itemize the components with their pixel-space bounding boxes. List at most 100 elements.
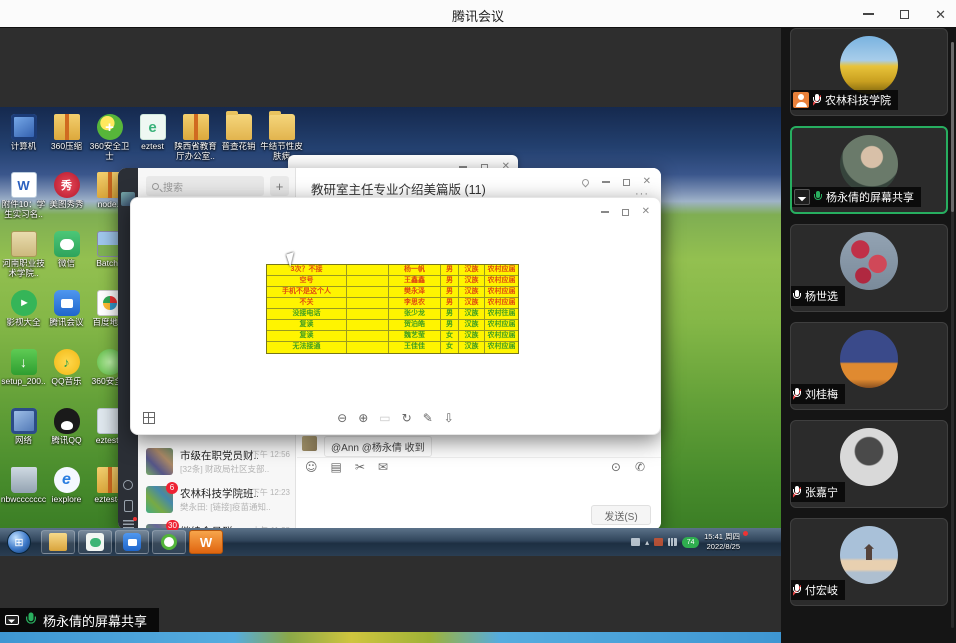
minimize-icon[interactable] — [602, 181, 610, 183]
desktop-icon[interactable]: 网络 — [2, 406, 45, 465]
pin-icon[interactable] — [580, 177, 590, 187]
minimize-icon[interactable] — [601, 211, 609, 213]
gallery-icon[interactable] — [143, 412, 155, 424]
participant-tile[interactable]: 杨世选 — [790, 224, 948, 312]
chat-list-item[interactable]: 6 农林科技学院班.. 下午 12:23 樊永田: [链接]疫苗通知.. — [138, 481, 296, 519]
desktop-icon[interactable]: 影视大全 — [2, 288, 45, 347]
desktop-icon-label: nbwccccccc — [1, 495, 47, 505]
windows-taskbar: ⊞ W ▴ 74 15:41 周四 2022/8/25 — [0, 528, 781, 556]
participant-tile[interactable]: 农林科技学院 — [790, 28, 948, 116]
desktop-icon-art — [11, 172, 37, 198]
participant-tile[interactable]: 张嘉宁 — [790, 420, 948, 508]
status-cell: 手机不是这个人 — [267, 287, 347, 297]
maximize-icon[interactable] — [622, 209, 629, 216]
mic-icon — [793, 388, 801, 400]
participant-tile[interactable]: 付宏岐 — [790, 518, 948, 606]
window-controls: ✕ — [859, 0, 950, 28]
close-icon[interactable]: ✕ — [642, 207, 650, 217]
status-cell: 无法接通 — [267, 342, 347, 353]
browser-taskbar-button[interactable] — [152, 530, 186, 554]
desktop-icon[interactable]: eztest — [131, 112, 174, 167]
voice-call-icon[interactable]: ✆ — [635, 461, 645, 473]
status-cell: 复读 — [267, 320, 347, 330]
desktop-icon[interactable]: 360安全卫士 — [88, 112, 131, 167]
participant-name: 杨永倩的屏幕共享 — [826, 189, 914, 205]
explorer-taskbar-button[interactable] — [41, 530, 75, 554]
desktop-icon[interactable]: 腾讯会议 — [45, 288, 88, 347]
moments-icon[interactable] — [123, 480, 133, 490]
rotate-icon[interactable]: ↻ — [402, 410, 412, 426]
table-row: 复读 贺泊皓 男 汉族 农村应届 — [267, 320, 518, 331]
search-input[interactable]: 搜索 — [146, 176, 264, 196]
screenshot-icon[interactable]: ✂ — [355, 461, 365, 473]
maximize-icon[interactable] — [623, 179, 630, 186]
folder-icon[interactable]: ▤ — [331, 461, 342, 473]
chat-item-preview: 樊永田: [链接]疫苗通知.. — [180, 501, 284, 513]
browser-icon — [161, 534, 177, 550]
status-cell: 不关 — [267, 298, 347, 308]
emoji-icon[interactable]: ☺ — [305, 461, 318, 473]
desktop-icon[interactable]: 美图秀秀 — [45, 170, 88, 229]
wechat-taskbar-button[interactable] — [78, 530, 112, 554]
desktop-icon[interactable]: 普查花销 — [217, 112, 260, 167]
ethnicity-cell: 汉族 — [459, 342, 485, 353]
edit-icon[interactable]: ✎ — [423, 410, 433, 426]
add-chat-button[interactable]: + — [270, 176, 289, 196]
start-button[interactable]: ⊞ — [7, 530, 31, 554]
desktop-icon[interactable]: nbwccccccc — [2, 465, 45, 524]
tray-expand-icon[interactable]: ▴ — [645, 538, 649, 547]
desktop-icon-art — [11, 349, 37, 375]
desktop-icon[interactable]: 360压缩 — [45, 112, 88, 167]
taskbar-clock[interactable]: 15:41 周四 2022/8/25 — [704, 532, 740, 552]
chat-input-toolbar: ☺ ▤ ✂ ✉ ⊙ ✆ — [297, 457, 661, 477]
explorer-icon — [49, 533, 67, 551]
send-button[interactable]: 发送(S) — [591, 505, 651, 525]
student-table: 3次？不接 杨一帆 男 汉族 农村应届 空号 王鑫鑫 男 — [266, 264, 519, 354]
wechat-icon — [86, 533, 104, 551]
presenter-name: 杨永倩的屏幕共享 — [43, 611, 147, 630]
participant-tile[interactable]: 杨永倩的屏幕共享 — [790, 126, 948, 214]
keyboard-tray-icon[interactable] — [631, 538, 640, 546]
desktop-icon[interactable]: setup_200.. — [2, 347, 45, 406]
actual-size-icon[interactable]: ▭ — [379, 410, 390, 426]
desktop-icon-label: 腾讯会议 — [44, 318, 90, 328]
clock-date: 2022/8/25 — [704, 542, 740, 552]
ethnicity-cell: 汉族 — [459, 298, 485, 308]
video-call-icon[interactable]: ⊙ — [611, 461, 621, 473]
window-titlebar: 腾讯会议 ✕ — [0, 0, 956, 28]
desktop-icon[interactable]: 附件10：学生实习名.. — [2, 170, 45, 229]
minimize-button[interactable] — [859, 9, 878, 19]
close-icon[interactable]: ✕ — [643, 177, 651, 187]
maximize-button[interactable] — [896, 6, 913, 23]
chat-list-item[interactable]: 市级在职党员财.. 下午 12:56 [32条] 财政局社区支部.. — [138, 443, 296, 481]
zoom-out-icon[interactable]: ⊖ — [337, 410, 347, 426]
viewer-tools: ⊖ ⊕ ▭ ↻ ✎ ⇩ — [337, 410, 454, 426]
participant-label: 农林科技学院 — [791, 90, 898, 110]
desktop-icon[interactable]: 陕西省教育厅办公室.. — [174, 112, 217, 167]
chat-history-icon[interactable]: ✉ — [378, 461, 388, 473]
security-tray-icon[interactable] — [654, 538, 663, 546]
desktop-icon[interactable]: 腾讯QQ — [45, 406, 88, 465]
battery-indicator[interactable]: 74 — [682, 537, 699, 548]
wps-taskbar-button[interactable]: W — [189, 530, 223, 554]
desktop-icon[interactable]: 微信 — [45, 229, 88, 288]
participant-name: 付宏岐 — [805, 582, 838, 598]
desktop-icon-label: 河南职业技术学院.. — [1, 259, 47, 279]
phone-icon[interactable] — [124, 500, 133, 512]
chat-title: 教研室主任专业介绍美篇版 (11) — [311, 179, 486, 198]
sidebar-scrollbar[interactable] — [951, 42, 954, 628]
desktop-icon[interactable]: 计算机 — [2, 112, 45, 167]
close-button[interactable]: ✕ — [931, 4, 950, 25]
desktop-icon[interactable]: 河南职业技术学院.. — [2, 229, 45, 288]
participant-label: 杨永倩的屏幕共享 — [792, 187, 921, 207]
network-tray-icon[interactable] — [668, 538, 677, 546]
desktop-icon[interactable]: iexplore — [45, 465, 88, 524]
screen-share-icon — [5, 615, 19, 625]
blank-cell — [347, 298, 389, 308]
participant-name: 农林科技学院 — [825, 92, 891, 108]
download-icon[interactable]: ⇩ — [444, 410, 454, 426]
desktop-icon[interactable]: QQ音乐 — [45, 347, 88, 406]
participant-tile[interactable]: 刘桂梅 — [790, 322, 948, 410]
meeting-taskbar-button[interactable] — [115, 530, 149, 554]
zoom-in-icon[interactable]: ⊕ — [358, 410, 368, 426]
